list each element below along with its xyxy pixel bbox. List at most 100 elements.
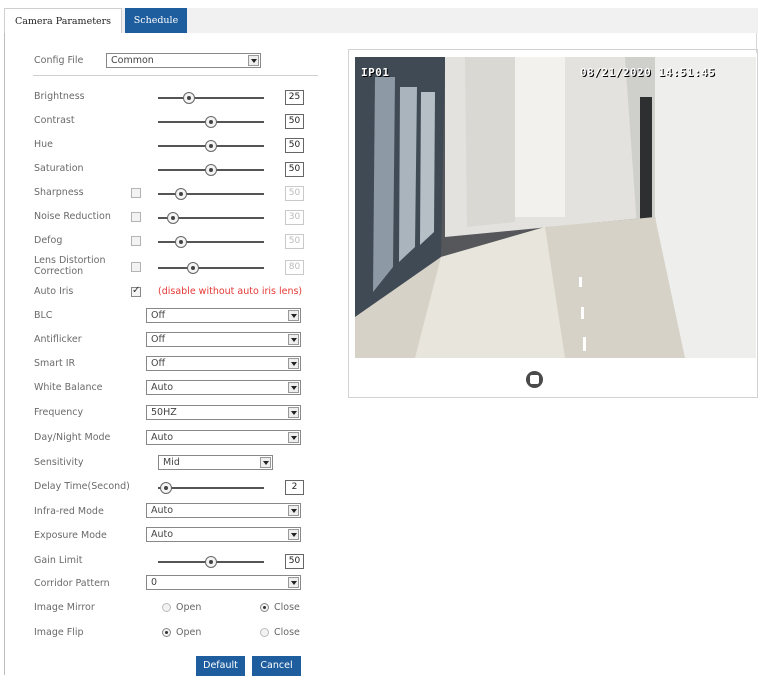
day-night-value: Auto (151, 432, 174, 443)
config-file-select[interactable]: Common (106, 53, 261, 68)
brightness-slider-track[interactable] (158, 97, 264, 99)
lens-distortion-slider-handle[interactable] (187, 262, 199, 274)
defog-slider-handle[interactable] (175, 236, 187, 248)
white-balance-label: White Balance (34, 382, 103, 393)
tab-camera-parameters[interactable]: Camera Parameters (4, 8, 122, 33)
image-mirror-label: Image Mirror (34, 602, 95, 613)
chevron-down-icon (288, 432, 299, 443)
defog-checkbox[interactable] (131, 236, 141, 246)
smart-ir-label: Smart IR (34, 358, 76, 369)
hue-label: Hue (34, 139, 54, 150)
default-button[interactable]: Default (196, 656, 245, 676)
delay-time-label: Delay Time(Second) (34, 481, 130, 492)
tab-bar: Camera Parameters Schedule (4, 8, 758, 33)
stop-icon[interactable] (526, 371, 543, 388)
chevron-down-icon (288, 310, 299, 321)
infrared-select[interactable]: Auto (146, 503, 301, 518)
blc-select[interactable]: Off (146, 308, 301, 323)
exposure-select[interactable]: Auto (146, 527, 301, 542)
panel-border (4, 33, 5, 675)
corridor-value: 0 (151, 577, 158, 588)
defog-label: Defog (34, 235, 63, 246)
timestamp-overlay: 08/21/2020 14:51:45 (580, 66, 716, 79)
sharpness-label: Sharpness (34, 187, 84, 198)
tab-schedule[interactable]: Schedule (125, 8, 187, 33)
noise-reduction-slider-handle[interactable] (167, 212, 179, 224)
chevron-down-icon (288, 382, 299, 393)
camera-name-overlay: IP01 (361, 66, 390, 79)
image-mirror-close-label: Close (274, 602, 300, 613)
chevron-down-icon (248, 55, 259, 66)
lens-distortion-slider-track[interactable] (158, 267, 264, 269)
antiflicker-value: Off (151, 334, 166, 345)
antiflicker-select[interactable]: Off (146, 332, 301, 347)
defog-value[interactable]: 50 (285, 234, 304, 249)
saturation-slider-handle[interactable] (205, 164, 217, 176)
image-mirror-close-radio[interactable] (260, 603, 269, 612)
lens-distortion-value[interactable]: 80 (285, 260, 304, 275)
delay-time-value[interactable]: 2 (285, 480, 304, 495)
chevron-down-icon (288, 358, 299, 369)
hue-value[interactable]: 50 (285, 138, 304, 153)
noise-reduction-checkbox[interactable] (131, 212, 141, 222)
image-flip-close-radio[interactable] (260, 628, 269, 637)
lens-distortion-checkbox[interactable] (131, 262, 141, 272)
contrast-label: Contrast (34, 115, 75, 126)
corridor-select[interactable]: 0 (146, 575, 301, 590)
cancel-button[interactable]: Cancel (252, 656, 301, 676)
infrared-value: Auto (151, 505, 174, 516)
delay-time-slider-track[interactable] (158, 487, 264, 489)
sharpness-slider-track[interactable] (158, 193, 264, 195)
corridor-label: Corridor Pattern (34, 578, 110, 589)
gain-limit-value[interactable]: 50 (285, 554, 304, 569)
config-file-label: Config File (34, 55, 84, 66)
auto-iris-checkbox[interactable] (131, 285, 141, 297)
chevron-down-icon (288, 334, 299, 345)
image-flip-open-label: Open (176, 627, 202, 638)
day-night-label: Day/Night Mode (34, 432, 111, 443)
infrared-label: Infra-red Mode (34, 506, 104, 517)
divider (33, 75, 318, 76)
brightness-slider-handle[interactable] (183, 92, 195, 104)
sensitivity-select[interactable]: Mid (158, 455, 273, 470)
brightness-value[interactable]: 25 (285, 90, 304, 105)
image-flip-close-label: Close (274, 627, 300, 638)
sharpness-checkbox[interactable] (131, 188, 141, 198)
sharpness-value[interactable]: 50 (285, 186, 304, 201)
day-night-select[interactable]: Auto (146, 430, 301, 445)
white-balance-value: Auto (151, 382, 174, 393)
contrast-value[interactable]: 50 (285, 114, 304, 129)
chevron-down-icon (288, 407, 299, 418)
corridor-video-frame (355, 57, 756, 358)
chevron-down-icon (260, 457, 271, 468)
config-file-value: Common (111, 55, 154, 66)
saturation-value[interactable]: 50 (285, 162, 304, 177)
live-video[interactable]: IP01 08/21/2020 14:51:45 (355, 57, 756, 358)
chevron-down-icon (288, 577, 299, 588)
sensitivity-label: Sensitivity (34, 457, 84, 468)
frequency-label: Frequency (34, 407, 84, 418)
frequency-select[interactable]: 50HZ (146, 405, 301, 420)
smart-ir-value: Off (151, 358, 166, 369)
defog-slider-track[interactable] (158, 241, 264, 243)
image-flip-open-radio[interactable] (162, 628, 171, 637)
contrast-slider-handle[interactable] (205, 116, 217, 128)
delay-time-slider-handle[interactable] (160, 482, 172, 494)
hue-slider-handle[interactable] (205, 140, 217, 152)
noise-reduction-value[interactable]: 30 (285, 210, 304, 225)
exposure-label: Exposure Mode (34, 530, 107, 541)
blc-value: Off (151, 310, 166, 321)
exposure-value: Auto (151, 529, 174, 540)
chevron-down-icon (288, 505, 299, 516)
white-balance-select[interactable]: Auto (146, 380, 301, 395)
smart-ir-select[interactable]: Off (146, 356, 301, 371)
frequency-value: 50HZ (151, 407, 177, 418)
image-mirror-open-radio[interactable] (162, 603, 171, 612)
blc-label: BLC (34, 310, 53, 321)
sharpness-slider-handle[interactable] (175, 188, 187, 200)
antiflicker-label: Antiflicker (34, 334, 82, 345)
sensitivity-value: Mid (163, 457, 180, 468)
gain-limit-slider-handle[interactable] (205, 556, 217, 568)
image-mirror-open-label: Open (176, 602, 202, 613)
image-flip-label: Image Flip (34, 627, 84, 638)
